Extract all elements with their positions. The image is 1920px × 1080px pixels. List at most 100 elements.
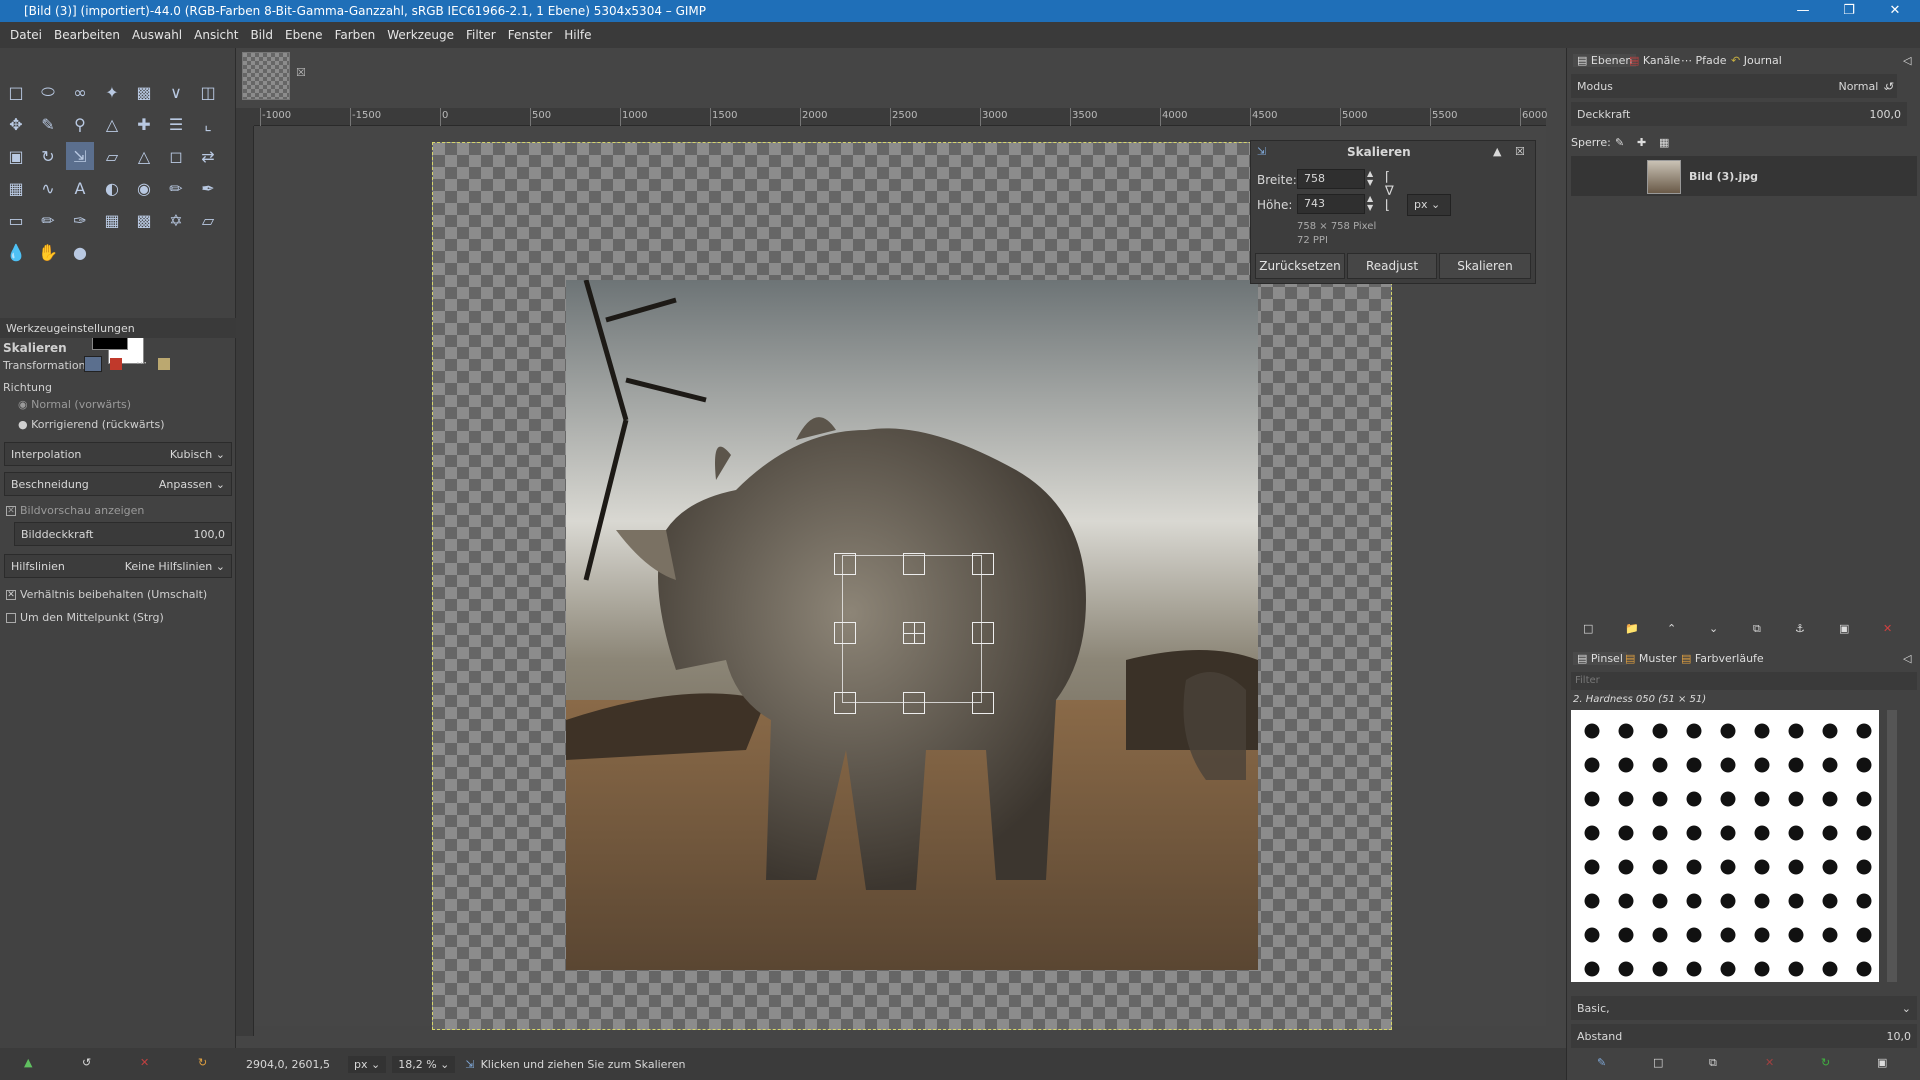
ink-icon[interactable]: ✑ [66, 206, 94, 234]
restore-icon[interactable]: ❐ [1826, 0, 1872, 22]
delete-layer-icon[interactable]: ✕ [1883, 622, 1892, 635]
paintbrush-icon[interactable]: ✒ [194, 174, 222, 202]
tab-patterns[interactable]: ▤ Muster [1625, 652, 1677, 665]
lower-layer-icon[interactable]: ⌄ [1709, 622, 1718, 635]
lasso-icon[interactable]: ∞ [66, 78, 94, 106]
tab-journal[interactable]: ↶ Journal [1731, 54, 1782, 67]
crop-icon[interactable]: ⌞ [194, 110, 222, 138]
menu-ansicht[interactable]: Ansicht [188, 28, 244, 42]
open-brush-icon[interactable]: ▣ [1877, 1056, 1887, 1069]
tab-paths[interactable]: ⋯ Pfade [1681, 54, 1727, 67]
lock-position-icon[interactable]: ✚ [1637, 136, 1646, 149]
tab-layers[interactable]: ▤ Ebenen [1573, 54, 1637, 67]
transform-path-icon[interactable]: ⋯ [136, 356, 147, 369]
duplicate-layer-icon[interactable]: ⧉ [1753, 622, 1761, 636]
guides-combo[interactable]: Hilfslinien Keine Hilfslinien ⌄ [4, 554, 232, 578]
menu-werkzeuge[interactable]: Werkzeuge [381, 28, 460, 42]
dialog-close-icon[interactable]: ☒ [1515, 145, 1525, 158]
direction-corrective-radio[interactable]: ● Korrigierend (rückwärts) [18, 418, 165, 431]
menu-auswahl[interactable]: Auswahl [126, 28, 188, 42]
handle-bottom-right[interactable] [972, 692, 994, 714]
around-center-checkbox[interactable]: Um den Mittelpunkt (Strg) [6, 611, 164, 624]
chain-link-icon[interactable]: ⌈ ∇ ⌊ [1385, 171, 1394, 213]
clipping-combo[interactable]: Beschneidung Anpassen ⌄ [4, 472, 232, 496]
unified-transform-icon[interactable]: ▣ [2, 142, 30, 170]
tab-channels[interactable]: ▤ Kanäle [1629, 54, 1680, 67]
reset-options-icon[interactable]: ↻ [198, 1056, 207, 1069]
rect-select-icon[interactable]: □ [2, 78, 30, 106]
zoom-icon[interactable]: ⚲ [66, 110, 94, 138]
dodge-burn-icon[interactable]: ● [66, 238, 94, 266]
show-preview-checkbox[interactable]: ✕ Bildvorschau anzeigen [6, 504, 144, 517]
height-spin-icon[interactable]: ▲ ▼ [1367, 194, 1373, 212]
shear-icon[interactable]: ▱ [98, 142, 126, 170]
handle-right[interactable] [972, 622, 994, 644]
handle-center[interactable] [903, 622, 925, 644]
image-tab-thumbnail[interactable] [242, 52, 290, 100]
save-options-icon[interactable]: ▲ [24, 1056, 32, 1069]
pencil-icon[interactable]: ✏ [162, 174, 190, 202]
opacity-slider[interactable]: Deckkraft 100,0 [1571, 102, 1907, 126]
lock-pixels-icon[interactable]: ✎ [1615, 136, 1624, 149]
brush-preset-combo[interactable]: Basic, ⌄ [1571, 996, 1917, 1020]
align-icon-2[interactable]: ☰ [162, 110, 190, 138]
close-tab-icon[interactable]: ☒ [296, 66, 306, 79]
smudge-icon[interactable]: ✋ [34, 238, 62, 266]
new-brush-icon[interactable]: □ [1653, 1056, 1663, 1069]
layer-row[interactable]: Bild (3).jpg [1571, 156, 1917, 196]
new-layer-icon[interactable]: □ [1583, 622, 1593, 635]
measure-icon[interactable]: △ [98, 110, 126, 138]
width-input[interactable]: 758 [1297, 169, 1365, 189]
tab-gradients[interactable]: ▤ Farbverläufe [1681, 652, 1764, 665]
heal-icon[interactable]: ✡ [162, 206, 190, 234]
clone-icon[interactable]: ▩ [130, 206, 158, 234]
menu-filter[interactable]: Filter [460, 28, 502, 42]
menu-ebene[interactable]: Ebene [279, 28, 329, 42]
handle-top-left[interactable] [834, 553, 856, 575]
cage-icon[interactable]: ▦ [2, 174, 30, 202]
airbrush-icon[interactable]: ✏ [34, 206, 62, 234]
mask-icon[interactable]: ▣ [1839, 622, 1849, 635]
menu-hilfe[interactable]: Hilfe [558, 28, 597, 42]
menu-bearbeiten[interactable]: Bearbeiten [48, 28, 126, 42]
perspective-clone-icon[interactable]: ▱ [194, 206, 222, 234]
transform-image-icon[interactable] [158, 358, 170, 370]
mypaint-brush-icon[interactable]: ▦ [98, 206, 126, 234]
brush-scrollbar[interactable] [1887, 710, 1897, 982]
mode-combo[interactable]: Modus Normal ⌄ [1571, 74, 1897, 98]
close-icon[interactable]: ✕ [1872, 0, 1918, 22]
lock-alpha-icon[interactable]: ▦ [1659, 136, 1669, 149]
image-opacity-slider[interactable]: Bilddeckkraft 100,0 [14, 522, 232, 546]
interpolation-combo[interactable]: Interpolation Kubisch ⌄ [4, 442, 232, 466]
transform-selection-icon[interactable] [110, 358, 122, 370]
ellipse-select-icon[interactable]: ⬭ [34, 78, 62, 106]
handle-bottom[interactable] [903, 692, 925, 714]
brush-filter-input[interactable]: Filter [1571, 672, 1917, 690]
handle-bottom-left[interactable] [834, 692, 856, 714]
flip-icon[interactable]: ⇄ [194, 142, 222, 170]
tab-brushes[interactable]: ▤ Pinsel [1573, 652, 1627, 665]
delete-options-icon[interactable]: ✕ [140, 1056, 149, 1069]
unit-select[interactable]: px ⌄ [1407, 194, 1451, 216]
menu-datei[interactable]: Datei [4, 28, 48, 42]
rotate-icon[interactable]: ↻ [34, 142, 62, 170]
handle-top[interactable] [903, 553, 925, 575]
dock-menu-icon-2[interactable]: ◁ [1903, 652, 1911, 665]
perspective-icon[interactable]: △ [130, 142, 158, 170]
fuzzy-select-icon[interactable]: ✦ [98, 78, 126, 106]
scissors-icon[interactable]: ∨ [162, 78, 190, 106]
minimize-icon[interactable]: — [1780, 0, 1826, 22]
bucket-fill-icon[interactable]: ◐ [98, 174, 126, 202]
eraser-icon[interactable]: ▭ [2, 206, 30, 234]
warp-icon[interactable]: ∿ [34, 174, 62, 202]
blur-icon[interactable]: 💧 [2, 238, 30, 266]
edit-brush-icon[interactable]: ✎ [1597, 1056, 1606, 1069]
dock-menu-icon[interactable]: ◁ [1903, 54, 1911, 67]
handle-top-right[interactable] [972, 553, 994, 575]
menu-farben[interactable]: Farben [329, 28, 382, 42]
3d-transform-icon[interactable]: ◻ [162, 142, 190, 170]
layer-name[interactable]: Bild (3).jpg [1689, 170, 1758, 183]
reset-button[interactable]: Zurücksetzen [1255, 253, 1345, 279]
foreground-select-icon[interactable]: ◫ [194, 78, 222, 106]
text-tool-icon[interactable]: A [66, 174, 94, 202]
